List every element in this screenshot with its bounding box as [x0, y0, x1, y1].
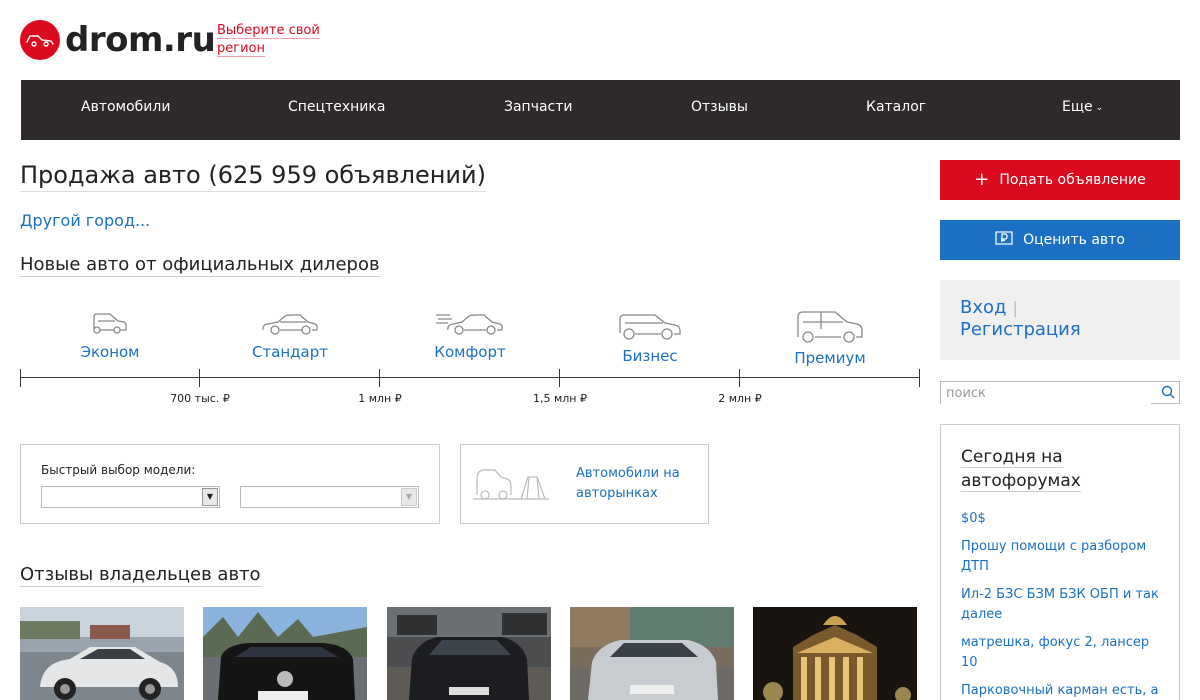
dark-hatchback-photo [387, 607, 551, 700]
divider: | [1012, 298, 1018, 317]
class-comfort-label: Комфорт [434, 343, 506, 361]
cathedral-night-photo [753, 607, 917, 700]
dropdown-arrow-icon[interactable]: ▼ [202, 488, 218, 506]
car-market-icon [473, 469, 549, 500]
chevron-down-icon: ⌄ [1095, 103, 1104, 113]
add-ad-button[interactable]: + Подать объявление [940, 160, 1180, 200]
logo-car-icon [20, 20, 60, 60]
price-label: 1,5 млн ₽ [532, 392, 587, 405]
review-photo-5[interactable] [753, 607, 917, 700]
model-select[interactable]: ▼ [240, 486, 419, 508]
forum-list: $0$ Прошу помощи с разбором ДТП Ил-2 БЗС… [961, 509, 1159, 700]
make-select[interactable]: ▼ [41, 486, 220, 508]
forum-item[interactable]: матрешка, фокус 2, лансер 10 [961, 633, 1159, 673]
silver-convertible-photo [20, 607, 184, 700]
price-tick [20, 369, 21, 387]
forum-item[interactable]: Прошу помощи с разбором ДТП [961, 537, 1159, 577]
forum-item[interactable]: Парковочный карман есть, а [961, 681, 1159, 700]
search-box [940, 381, 1180, 404]
class-business[interactable]: Бизнес [590, 309, 710, 365]
price-tick [199, 369, 200, 387]
register-link[interactable]: Регистрация [960, 319, 1081, 340]
search-icon[interactable] [1161, 384, 1175, 403]
car-markets-link[interactable]: Автомобили на авторынках [576, 464, 696, 504]
car-markets-box: Автомобили на авторынках [460, 444, 709, 524]
rate-car-label: Оценить авто [1023, 232, 1125, 248]
comfort-car-icon [436, 314, 503, 335]
black-suv-photo [203, 607, 367, 700]
search-input[interactable] [941, 383, 1151, 404]
plus-icon: + [974, 169, 990, 190]
owner-reviews-title[interactable]: Отзывы владельцев авто [20, 564, 261, 587]
dropdown-arrow-icon: ▼ [401, 488, 417, 506]
silver-ford-photo [570, 607, 734, 700]
class-standard[interactable]: Стандарт [230, 309, 350, 361]
login-box: Вход | Регистрация [940, 280, 1180, 360]
price-tick [559, 369, 560, 387]
nav-cars[interactable]: Автомобили [81, 80, 170, 140]
forums-today-box: Сегодня на автофорумах $0$ Прошу помощи … [940, 424, 1180, 700]
nav-special-machinery[interactable]: Спецтехника [288, 80, 385, 140]
new-cars-title[interactable]: Новые авто от официальных дилеров [20, 254, 380, 277]
review-photo-4[interactable] [570, 607, 734, 700]
price-label: 1 млн ₽ [358, 392, 402, 405]
class-comfort[interactable]: Комфорт [410, 309, 530, 361]
rate-car-button[interactable]: Оценить авто [940, 220, 1180, 260]
forum-item[interactable]: $0$ [961, 509, 1159, 529]
nav-reviews[interactable]: Отзывы [691, 80, 748, 140]
select-region-label: Выберите свой регион [217, 23, 320, 57]
review-photo-2[interactable] [203, 607, 367, 700]
nav-catalog[interactable]: Каталог [866, 80, 926, 140]
add-ad-label: Подать объявление [999, 172, 1146, 188]
price-label: 700 тыс. ₽ [170, 392, 230, 405]
business-car-icon [619, 314, 681, 340]
logo-text: drom.ru [65, 20, 216, 60]
economy-car-icon [93, 313, 127, 334]
review-photo-1[interactable] [20, 607, 184, 700]
price-label: 2 млн ₽ [718, 392, 762, 405]
forums-title-text: Сегодня на автофорумах [961, 447, 1081, 492]
class-standard-label: Стандарт [251, 343, 329, 361]
site-logo[interactable]: drom.ru [20, 20, 216, 60]
price-tick [739, 369, 740, 387]
sedan-car-icon [262, 314, 318, 335]
price-tick [919, 369, 920, 387]
page-title: Продажа авто (625 959 объявлений) [20, 160, 486, 192]
class-economy-label: Эконом [80, 343, 140, 361]
forums-title[interactable]: Сегодня на автофорумах [961, 445, 1159, 493]
select-region-link[interactable]: Выберите свой регион [217, 22, 327, 58]
main-nav: Автомобили Спецтехника Запчасти Отзывы К… [21, 80, 1180, 140]
ruble-icon [995, 231, 1013, 249]
class-premium-label: Премиум [794, 349, 866, 367]
site-header: drom.ru Выберите свой регион [20, 18, 1180, 62]
price-scale [20, 377, 920, 378]
price-tick [379, 369, 380, 387]
class-premium[interactable]: Премиум [770, 309, 890, 367]
forum-item[interactable]: Ил-2 БЗС БЗМ БЗК ОБП и так далее [961, 585, 1159, 625]
nav-more[interactable]: Еще ⌄ [1062, 80, 1103, 140]
premium-suv-icon [797, 311, 863, 343]
quick-select-label: Быстрый выбор модели: [41, 463, 196, 477]
class-business-label: Бизнес [622, 347, 678, 365]
review-photo-3[interactable] [387, 607, 551, 700]
nav-parts[interactable]: Запчасти [504, 80, 573, 140]
class-economy[interactable]: Эконом [50, 309, 170, 361]
login-link[interactable]: Вход [960, 297, 1006, 318]
nav-more-label: Еще [1062, 99, 1093, 115]
quick-model-select: Быстрый выбор модели: ▼ ▼ [20, 444, 440, 524]
other-city-link[interactable]: Другой город... [20, 211, 150, 230]
